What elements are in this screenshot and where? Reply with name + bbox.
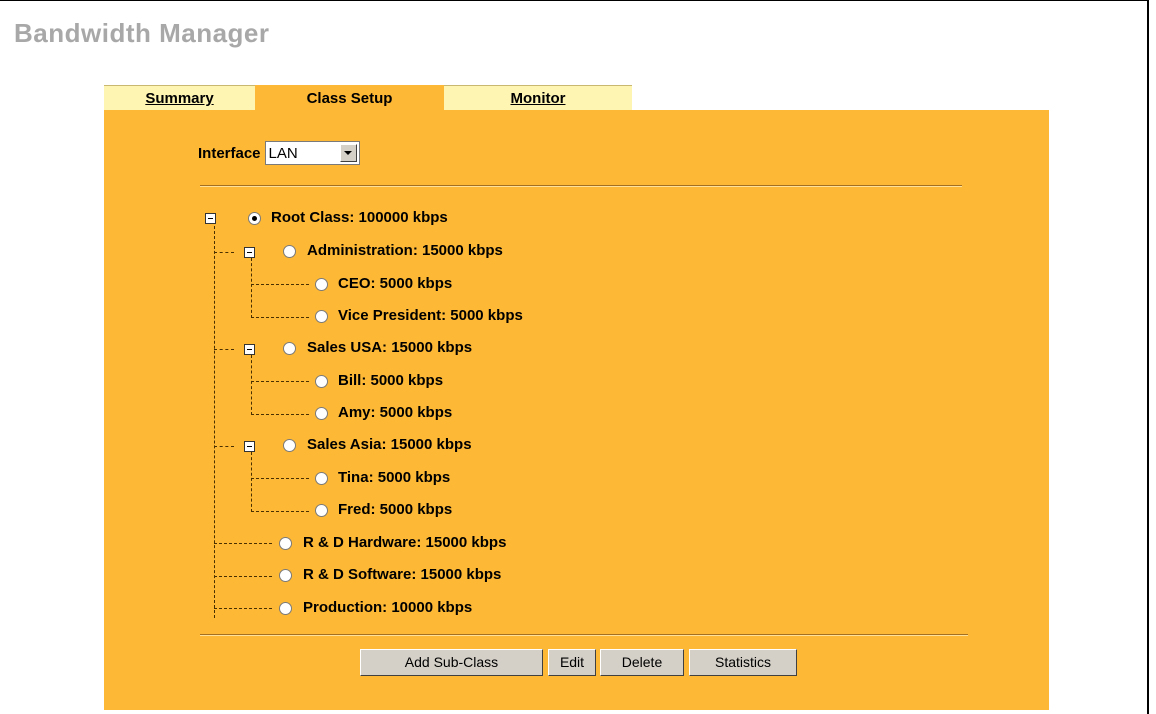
- tree-connector: [214, 349, 234, 350]
- radio-amy[interactable]: [315, 407, 328, 420]
- collapse-icon[interactable]: [244, 344, 255, 355]
- tab-monitor[interactable]: Monitor: [444, 85, 632, 111]
- tree-connector: [251, 381, 309, 382]
- tree-connector: [214, 543, 272, 544]
- node-rd-hardware: R & D Hardware: 15000 kbps: [303, 534, 507, 551]
- radio-production[interactable]: [279, 602, 292, 615]
- node-sales-usa: Sales USA: 15000 kbps: [307, 339, 473, 356]
- collapse-icon[interactable]: [244, 247, 255, 258]
- tab-class-setup[interactable]: Class Setup: [255, 85, 444, 111]
- collapse-icon[interactable]: [244, 441, 255, 452]
- radio-vice-president[interactable]: [315, 310, 328, 323]
- radio-administration[interactable]: [283, 245, 296, 258]
- tree-connector: [214, 226, 215, 618]
- class-tree: Root Class: 100000 kbps Administration: …: [104, 110, 1049, 710]
- node-sales-asia: Sales Asia: 15000 kbps: [307, 436, 472, 453]
- tree-connector: [251, 511, 309, 512]
- tree-connector: [251, 452, 252, 512]
- tree-connector: [214, 608, 272, 609]
- edit-button[interactable]: Edit: [548, 649, 596, 676]
- radio-tina[interactable]: [315, 472, 328, 485]
- tree-connector: [251, 478, 309, 479]
- divider-bottom: [200, 634, 968, 636]
- radio-rd-software[interactable]: [279, 569, 292, 582]
- statistics-button[interactable]: Statistics: [689, 649, 797, 676]
- tree-connector: [251, 414, 309, 415]
- tree-connector: [214, 576, 272, 577]
- node-bill: Bill: 5000 kbps: [338, 372, 444, 389]
- node-fred: Fred: 5000 kbps: [338, 501, 453, 518]
- node-production: Production: 10000 kbps: [303, 599, 473, 616]
- radio-ceo[interactable]: [315, 278, 328, 291]
- tree-connector: [251, 258, 252, 318]
- tree-connector: [251, 355, 252, 415]
- tree-connector: [214, 446, 234, 447]
- node-administration: Administration: 15000 kbps: [307, 242, 503, 259]
- tab-summary[interactable]: Summary: [104, 85, 255, 111]
- radio-sales-usa[interactable]: [283, 342, 296, 355]
- radio-root-class[interactable]: [248, 212, 261, 225]
- node-tina: Tina: 5000 kbps: [338, 469, 451, 486]
- radio-fred[interactable]: [315, 504, 328, 517]
- node-amy: Amy: 5000 kbps: [338, 404, 453, 421]
- node-rd-software: R & D Software: 15000 kbps: [303, 566, 502, 583]
- collapse-icon[interactable]: [205, 213, 216, 224]
- node-root-class: Root Class: 100000 kbps: [271, 209, 448, 226]
- class-setup-panel: Interface LAN Root Class: 100000 kbps Ad…: [104, 110, 1049, 710]
- node-ceo: CEO: 5000 kbps: [338, 275, 453, 292]
- page-title: Bandwidth Manager: [14, 18, 270, 48]
- tree-connector: [251, 317, 309, 318]
- tree-connector: [214, 252, 234, 253]
- tree-connector: [251, 284, 309, 285]
- radio-sales-asia[interactable]: [283, 439, 296, 452]
- radio-bill[interactable]: [315, 375, 328, 388]
- add-sub-class-button[interactable]: Add Sub-Class: [360, 649, 543, 676]
- node-vice-president: Vice President: 5000 kbps: [338, 307, 523, 324]
- radio-rd-hardware[interactable]: [279, 537, 292, 550]
- delete-button[interactable]: Delete: [600, 649, 684, 676]
